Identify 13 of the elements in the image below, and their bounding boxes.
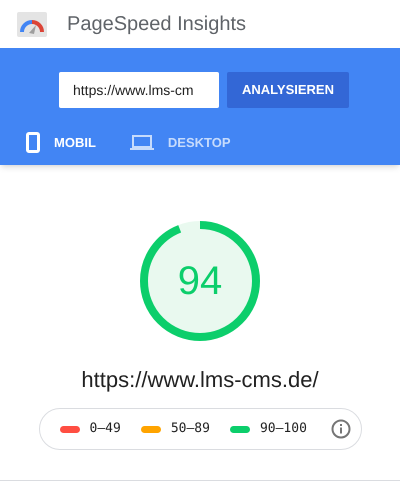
info-icon[interactable] (330, 419, 350, 439)
legend-range: 0–49 (90, 420, 121, 438)
legend-range: 90–100 (260, 420, 307, 438)
analyze-button[interactable]: ANALYSIEREN (227, 72, 349, 108)
tested-url: https://www.lms-cms.de/ (81, 366, 319, 394)
device-tab[interactable]: MOBIL (26, 132, 96, 153)
legend-range: 50–89 (170, 420, 210, 438)
laptop-icon (130, 134, 154, 150)
score-value: 94 (178, 258, 222, 305)
url-input-field[interactable]: https://www.lms-cm (59, 72, 219, 108)
phone-icon (26, 132, 40, 153)
speedometer-logo-icon (17, 12, 47, 36)
app-title: PageSpeed Insights (67, 12, 246, 37)
